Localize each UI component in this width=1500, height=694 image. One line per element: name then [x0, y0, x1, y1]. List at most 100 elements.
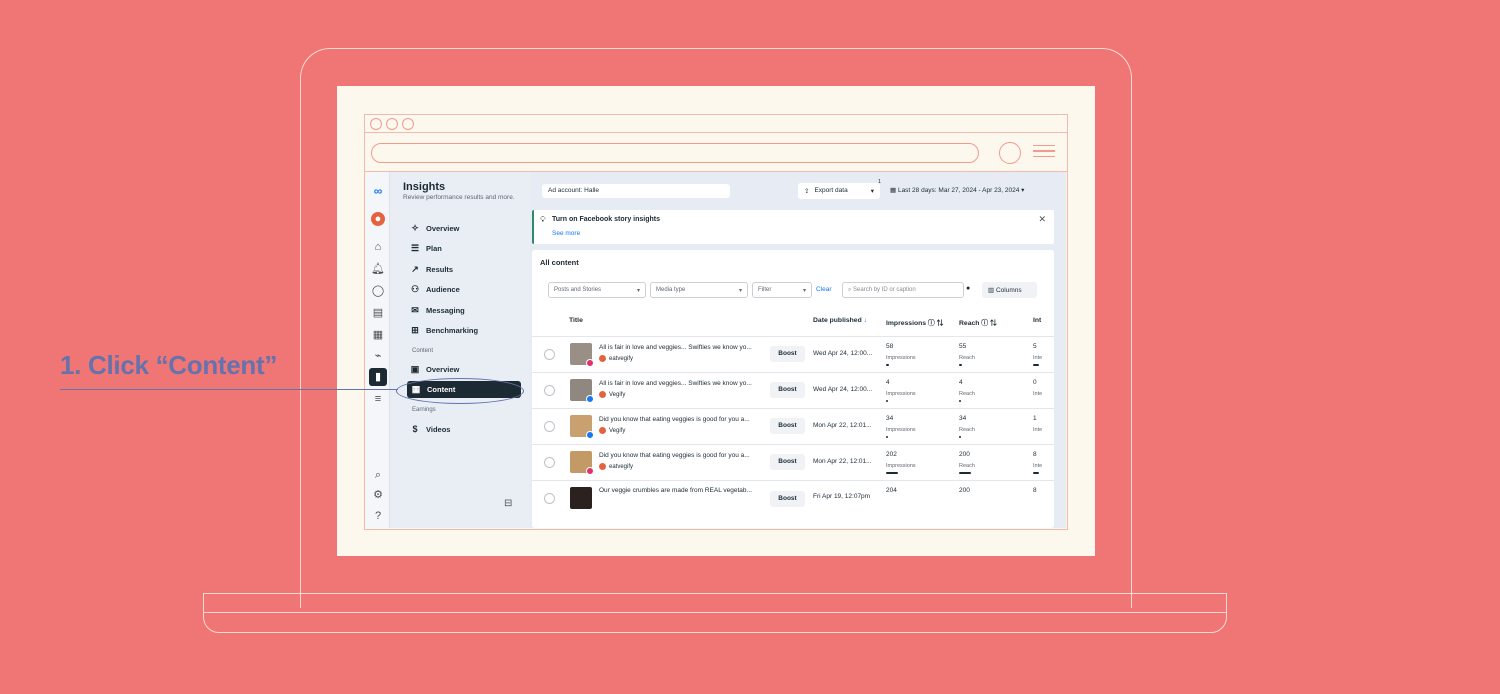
ads-icon[interactable]: ⌁: [371, 349, 385, 363]
meta-logo-icon[interactable]: ∞: [371, 184, 385, 198]
reach-bar: [959, 364, 962, 366]
instagram-icon: [586, 359, 594, 367]
reach-label: Reach: [959, 427, 975, 433]
calendar-small-icon: ▦: [890, 187, 898, 194]
info-sort-icon: ⓘ ⇅: [926, 320, 944, 327]
browser-menu-icon[interactable]: [1033, 145, 1055, 161]
post-caption[interactable]: Did you know that eating veggies is good…: [599, 416, 769, 423]
boost-button[interactable]: Boost: [770, 418, 805, 434]
account-avatar: [599, 391, 606, 398]
window-close-dot[interactable]: [370, 118, 382, 130]
account-avatar: [599, 355, 606, 362]
calendar-icon[interactable]: ▦: [371, 328, 385, 342]
chevron-down-icon: ▾: [870, 188, 874, 195]
clear-filters-link[interactable]: Clear: [816, 286, 832, 293]
close-icon[interactable]: ✕: [1038, 214, 1046, 225]
impressions-value: 4: [886, 379, 890, 386]
see-more-link[interactable]: See more: [552, 230, 580, 237]
insights-sidebar: Insights Review performance results and …: [390, 172, 530, 528]
table-row[interactable]: Did you know that eating veggies is good…: [532, 444, 1054, 480]
export-data-button[interactable]: ⇪ Export data ▾: [798, 183, 880, 199]
date-range-picker[interactable]: ▦ Last 28 days: Mar 27, 2024 - Apr 23, 2…: [890, 186, 1024, 194]
row-select-radio[interactable]: [544, 421, 555, 432]
impressions-bar: [886, 436, 888, 438]
sidebar-item-overview[interactable]: ✧ Overview: [410, 223, 459, 234]
boost-button[interactable]: Boost: [770, 454, 805, 470]
boost-button[interactable]: Boost: [770, 382, 805, 398]
search-input[interactable]: ⌕ Search by ID or caption: [842, 282, 964, 298]
interactions-label: Inte: [1033, 463, 1043, 469]
overview-icon: ▣: [410, 364, 420, 374]
address-bar[interactable]: [371, 143, 979, 163]
account-avatar-icon[interactable]: ●: [371, 212, 385, 226]
impressions-label: Impressions: [886, 427, 916, 433]
laptop-base-divider: [203, 612, 1227, 613]
reach-value: 200: [959, 451, 970, 458]
row-select-radio[interactable]: [544, 385, 555, 396]
info-sort-icon: ⓘ ⇅: [979, 320, 997, 327]
post-caption[interactable]: Did you know that eating veggies is good…: [599, 452, 769, 459]
home-icon[interactable]: ⌂: [371, 240, 385, 254]
column-header-date[interactable]: Date published ↓: [813, 317, 867, 324]
sparkle-icon: ✧: [411, 223, 419, 233]
account-avatar: [599, 427, 606, 434]
laptop-base: [203, 593, 1227, 633]
filter-dropdown[interactable]: Filter ▾: [752, 282, 812, 298]
help-icon[interactable]: ?: [371, 509, 385, 523]
column-header-interactions[interactable]: Int: [1033, 317, 1041, 324]
row-select-radio[interactable]: [544, 349, 555, 360]
info-icon[interactable]: ●: [966, 285, 970, 292]
post-account: eatvegify: [599, 463, 633, 470]
column-header-impressions[interactable]: Impressions ⓘ ⇅: [886, 317, 943, 327]
sidebar-item-results[interactable]: ↗ Results: [410, 264, 453, 275]
menu-icon[interactable]: ≡: [371, 392, 385, 406]
media-type-dropdown[interactable]: Media type ▾: [650, 282, 748, 298]
column-header-reach[interactable]: Reach ⓘ ⇅: [959, 317, 997, 327]
dollar-icon: $: [412, 424, 418, 434]
sidebar-item-content-overview[interactable]: ▣ Overview: [410, 364, 460, 375]
boost-button[interactable]: Boost: [770, 491, 805, 507]
sidebar-item-benchmarking[interactable]: ⊞ Benchmarking: [410, 325, 478, 336]
table-row[interactable]: Our veggie crumbles are made from REAL v…: [532, 480, 1054, 516]
settings-icon[interactable]: ⚙: [371, 488, 385, 502]
reach-label: Reach: [959, 355, 975, 361]
column-header-title[interactable]: Title: [569, 317, 583, 324]
post-caption[interactable]: All is fair in love and veggies... Swift…: [599, 344, 769, 351]
post-caption[interactable]: Our veggie crumbles are made from REAL v…: [599, 487, 769, 494]
reach-value: 4: [959, 379, 963, 386]
table-row[interactable]: All is fair in love and veggies... Swift…: [532, 372, 1054, 408]
impressions-label: Impressions: [886, 355, 916, 361]
post-account: Vegify: [599, 427, 625, 434]
activity-icon[interactable]: ◯: [371, 284, 385, 298]
profile-icon[interactable]: [999, 142, 1021, 164]
facebook-icon: [586, 431, 594, 439]
search-icon[interactable]: ⌕: [371, 468, 385, 482]
boost-button[interactable]: Boost: [770, 346, 805, 362]
ad-account-selector[interactable]: Ad account: Halle: [542, 184, 730, 198]
interactions-label: Inte: [1033, 391, 1043, 397]
sidebar-item-messaging[interactable]: ✉ Messaging: [410, 305, 465, 316]
posts-icon[interactable]: ▤: [371, 306, 385, 320]
impressions-value: 204: [886, 487, 897, 494]
icon-rail: ∞ ● ⌂ 🔔︎ ◯ ▤ ▦ ⌁ ▮ ≡ ⌕ ⚙ ?: [366, 172, 390, 528]
sidebar-item-videos[interactable]: $ Videos: [410, 424, 450, 434]
columns-button[interactable]: ▥ TitleColumns: [982, 282, 1037, 298]
sidebar-item-audience[interactable]: ⚇ Audience: [410, 284, 460, 295]
post-caption[interactable]: All is fair in love and veggies... Swift…: [599, 380, 769, 387]
notifications-icon[interactable]: 🔔︎: [371, 262, 385, 276]
insights-icon[interactable]: ▮: [369, 368, 387, 386]
sidebar-item-plan[interactable]: ☰ Plan: [410, 243, 442, 254]
impressions-bar: [886, 472, 898, 474]
window-minimize-dot[interactable]: [386, 118, 398, 130]
callout-label: 1. Click “Content”: [60, 350, 278, 380]
chevron-down-icon: ▾: [1019, 187, 1025, 194]
row-select-radio[interactable]: [544, 493, 555, 504]
table-row[interactable]: All is fair in love and veggies... Swift…: [532, 336, 1054, 372]
table-row[interactable]: Did you know that eating veggies is good…: [532, 408, 1054, 444]
post-type-dropdown[interactable]: Posts and Stories ▾: [548, 282, 646, 298]
row-select-radio[interactable]: [544, 457, 555, 468]
collapse-sidebar-icon[interactable]: ⊟: [504, 498, 512, 509]
window-maximize-dot[interactable]: [402, 118, 414, 130]
reach-bar: [959, 400, 961, 402]
list-icon: ☰: [410, 243, 420, 253]
